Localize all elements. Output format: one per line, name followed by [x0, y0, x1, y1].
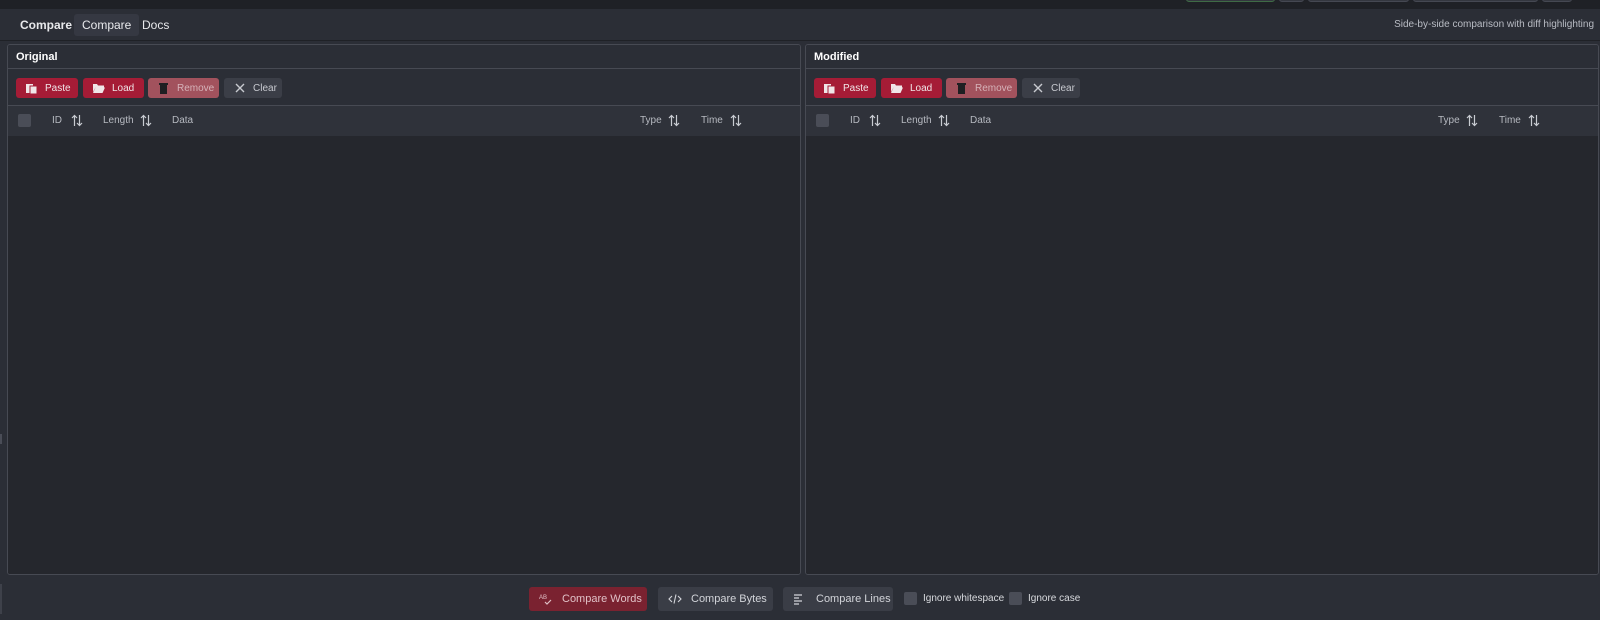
- load-button[interactable]: Load: [881, 78, 942, 98]
- top-corner-button[interactable]: [1542, 0, 1572, 2]
- clear-button[interactable]: Clear: [1022, 78, 1080, 98]
- spellcheck-icon: AB: [539, 595, 552, 605]
- compare-bytes-button[interactable]: Compare Bytes: [658, 587, 773, 611]
- sort-arrows-icon[interactable]: [71, 114, 83, 127]
- sort-arrows-icon[interactable]: [140, 114, 152, 127]
- compare-words-button[interactable]: AB Compare Words: [529, 587, 647, 611]
- sort-arrows-icon[interactable]: [1466, 114, 1478, 127]
- page-subtitle: Side-by-side comparison with diff highli…: [1394, 19, 1594, 30]
- select-all-checkbox[interactable]: [816, 114, 829, 127]
- panel-toolbar: Paste Load Remove Clear: [806, 69, 1598, 106]
- checkbox-box[interactable]: [904, 592, 917, 605]
- folder-open-icon: [93, 84, 105, 93]
- column-time[interactable]: Time: [701, 106, 723, 136]
- column-data: Data: [172, 115, 194, 126]
- table-header: ID Length Data Type Time: [8, 106, 800, 136]
- compare-bytes-label: Compare Bytes: [691, 593, 767, 605]
- column-type[interactable]: Type: [640, 106, 662, 136]
- panel-title: Modified: [806, 45, 1598, 69]
- remove-button[interactable]: Remove: [148, 78, 219, 98]
- svg-text:AB: AB: [539, 595, 547, 601]
- top-menu-button[interactable]: [1308, 0, 1409, 2]
- folder-open-icon: [891, 84, 903, 93]
- column-time[interactable]: Time: [1499, 106, 1521, 136]
- tab-compare[interactable]: Compare: [74, 14, 140, 36]
- close-icon: [1033, 83, 1043, 93]
- remove-label: Remove: [177, 82, 215, 94]
- paste-button[interactable]: Paste: [814, 78, 876, 98]
- clipboard-icon: [26, 84, 38, 94]
- ignore-case-label: Ignore case: [1028, 593, 1081, 604]
- column-length[interactable]: Length: [901, 106, 932, 136]
- panel-title: Original: [8, 45, 800, 69]
- align-left-icon: [794, 594, 802, 605]
- tab-docs[interactable]: Docs: [134, 14, 177, 36]
- sort-arrows-icon[interactable]: [730, 114, 742, 127]
- top-action-button[interactable]: [1186, 0, 1275, 2]
- ignore-whitespace-checkbox[interactable]: Ignore whitespace: [904, 592, 1004, 605]
- compare-words-label: Compare Words: [562, 593, 642, 605]
- compare-lines-label: Compare Lines: [816, 593, 891, 605]
- trash-icon: [159, 83, 168, 94]
- sort-arrows-icon[interactable]: [668, 114, 680, 127]
- tab-bar: Compare Compare Docs Side-by-side compar…: [0, 9, 1600, 41]
- code-icon: [668, 594, 682, 604]
- remove-label: Remove: [975, 82, 1013, 94]
- original-panel: Original Paste Load Remove Clear ID Leng…: [7, 44, 801, 575]
- bottom-bar: AB Compare Words Compare Bytes Compare L…: [0, 576, 1600, 620]
- paste-label: Paste: [45, 82, 71, 94]
- top-small-button[interactable]: [1279, 0, 1304, 2]
- select-all-checkbox[interactable]: [18, 114, 31, 127]
- ignore-whitespace-label: Ignore whitespace: [923, 593, 1005, 604]
- ignore-case-checkbox[interactable]: Ignore case: [1009, 592, 1080, 605]
- sort-arrows-icon[interactable]: [869, 114, 881, 127]
- sort-arrows-icon[interactable]: [1528, 114, 1540, 127]
- column-id[interactable]: ID: [52, 106, 62, 136]
- tab-compare-title[interactable]: Compare: [12, 14, 80, 36]
- load-button[interactable]: Load: [83, 78, 144, 98]
- load-label: Load: [112, 82, 135, 94]
- table-header: ID Length Data Type Time: [806, 106, 1598, 136]
- column-id[interactable]: ID: [850, 106, 860, 136]
- checkbox-box[interactable]: [1009, 592, 1022, 605]
- paste-label: Paste: [843, 82, 869, 94]
- table-body: [806, 136, 1598, 574]
- clipboard-icon: [824, 84, 836, 94]
- trash-icon: [957, 83, 966, 94]
- resize-handle[interactable]: [0, 434, 2, 444]
- clear-label: Clear: [1051, 82, 1075, 94]
- sort-arrows-icon[interactable]: [938, 114, 950, 127]
- table-body: [8, 136, 800, 574]
- clear-label: Clear: [253, 82, 277, 94]
- paste-button[interactable]: Paste: [16, 78, 78, 98]
- load-label: Load: [910, 82, 933, 94]
- remove-button[interactable]: Remove: [946, 78, 1017, 98]
- close-icon: [235, 83, 245, 93]
- column-data: Data: [970, 115, 992, 126]
- compare-lines-button[interactable]: Compare Lines: [783, 587, 893, 611]
- top-menu-button-2[interactable]: [1413, 0, 1538, 2]
- clear-button[interactable]: Clear: [224, 78, 282, 98]
- column-length[interactable]: Length: [103, 106, 134, 136]
- column-type[interactable]: Type: [1438, 106, 1460, 136]
- panel-toolbar: Paste Load Remove Clear: [8, 69, 800, 106]
- modified-panel: Modified Paste Load Remove Clear ID Leng…: [805, 44, 1599, 575]
